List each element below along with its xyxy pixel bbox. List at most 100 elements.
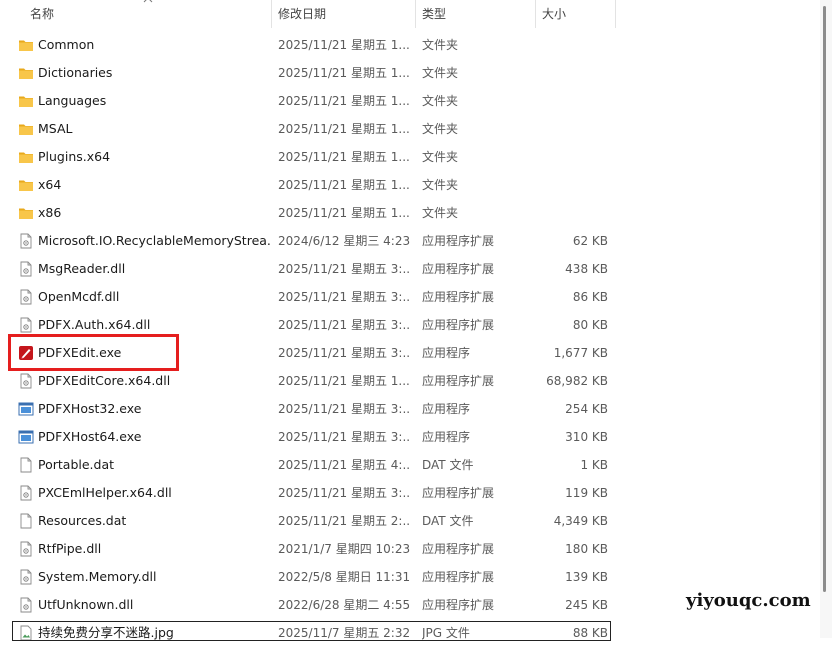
file-size — [540, 171, 608, 199]
file-size: 68,982 KB — [546, 374, 608, 388]
file-type: 文件夹 — [422, 38, 459, 52]
file-size: 438 KB — [565, 262, 608, 276]
file-modified-date: 2025/11/21 星期五 1... — [278, 206, 410, 220]
folder-icon — [18, 65, 34, 81]
file-row[interactable]: System.Memory.dll 2022/5/8 星期日 11:31 应用程序扩… — [0, 563, 820, 591]
column-header-bar: 名称 修改日期 类型 大小 — [0, 0, 820, 28]
file-type: 应用程序扩展 — [422, 486, 495, 500]
file-size — [540, 87, 608, 115]
file-type: 应用程序扩展 — [422, 570, 495, 584]
dll-file-icon — [18, 569, 34, 585]
column-header-size[interactable]: 大小 — [535, 0, 615, 28]
file-size: 1 KB — [580, 458, 608, 472]
vertical-scrollbar[interactable] — [820, 0, 832, 638]
file-name: Resources.dat — [38, 513, 127, 528]
file-row[interactable]: Microsoft.IO.RecyclableMemoryStrea... 202… — [0, 227, 820, 255]
file-modified-date: 2025/11/21 星期五 2:... — [278, 514, 410, 528]
file-size — [540, 199, 608, 227]
file-row[interactable]: PDFXEditCore.x64.dll 2025/11/21 星期五 1... 应… — [0, 367, 820, 395]
file-size: 245 KB — [565, 598, 608, 612]
file-row[interactable]: Portable.dat 2025/11/21 星期五 4:... DAT 文件 1 … — [0, 451, 820, 479]
file-row[interactable]: Dictionaries 2025/11/21 星期五 1... 文件夹 — [0, 59, 820, 87]
focused-row-outline — [12, 621, 611, 641]
file-type: 应用程序扩展 — [422, 598, 495, 612]
file-size: 86 KB — [572, 290, 608, 304]
file-modified-date: 2025/11/21 星期五 1... — [278, 150, 410, 164]
file-modified-date: 2025/11/21 星期五 3:... — [278, 346, 410, 360]
file-name: Plugins.x64 — [38, 149, 111, 164]
blank-file-icon — [18, 457, 34, 473]
file-name: Languages — [38, 93, 107, 108]
file-modified-date: 2024/6/12 星期三 4:23 — [278, 234, 410, 248]
file-type: 应用程序扩展 — [422, 234, 495, 248]
file-modified-date: 2021/1/7 星期四 10:23 — [278, 542, 410, 556]
file-name: Microsoft.IO.RecyclableMemoryStrea... — [38, 233, 270, 248]
file-modified-date: 2025/11/21 星期五 3:... — [278, 262, 410, 276]
file-row[interactable]: Common 2025/11/21 星期五 1... 文件夹 — [0, 31, 820, 59]
file-size: 119 KB — [565, 486, 608, 500]
file-name: PDFXHost32.exe — [38, 401, 142, 416]
file-size: 310 KB — [565, 430, 608, 444]
file-row[interactable]: MSAL 2025/11/21 星期五 1... 文件夹 — [0, 115, 820, 143]
dll-file-icon — [18, 261, 34, 277]
file-type: 文件夹 — [422, 178, 459, 192]
file-type: 文件夹 — [422, 150, 459, 164]
file-type: DAT 文件 — [422, 458, 474, 472]
scrollbar-thumb[interactable] — [823, 6, 826, 592]
file-size — [540, 59, 608, 87]
file-size: 139 KB — [565, 570, 608, 584]
dll-file-icon — [18, 289, 34, 305]
file-row[interactable]: x64 2025/11/21 星期五 1... 文件夹 — [0, 171, 820, 199]
file-name: System.Memory.dll — [38, 569, 157, 584]
file-type: 文件夹 — [422, 66, 459, 80]
file-type: 文件夹 — [422, 94, 459, 108]
file-name: MSAL — [38, 121, 73, 136]
column-header-date[interactable]: 修改日期 — [271, 0, 415, 28]
dll-file-icon — [18, 233, 34, 249]
file-row[interactable]: Languages 2025/11/21 星期五 1... 文件夹 — [0, 87, 820, 115]
file-size: 254 KB — [565, 402, 608, 416]
file-size — [540, 115, 608, 143]
file-row[interactable]: PDFXHost64.exe 2025/11/21 星期五 3:... 应用程序 31… — [0, 423, 820, 451]
file-modified-date: 2025/11/21 星期五 3:... — [278, 430, 410, 444]
file-modified-date: 2025/11/21 星期五 3:... — [278, 290, 410, 304]
dll-file-icon — [18, 317, 34, 333]
file-row[interactable]: PDFXHost32.exe 2025/11/21 星期五 3:... 应用程序 25… — [0, 395, 820, 423]
file-row[interactable]: OpenMcdf.dll 2025/11/21 星期五 3:... 应用程序扩展 86… — [0, 283, 820, 311]
file-name: PDFXHost64.exe — [38, 429, 142, 444]
file-name: OpenMcdf.dll — [38, 289, 120, 304]
file-row[interactable]: PXCEmlHelper.x64.dll 2025/11/21 星期五 3:...… — [0, 479, 820, 507]
file-size: 180 KB — [565, 542, 608, 556]
file-row[interactable]: Resources.dat 2025/11/21 星期五 2:... DAT 文件 4… — [0, 507, 820, 535]
file-row[interactable]: Plugins.x64 2025/11/21 星期五 1... 文件夹 — [0, 143, 820, 171]
file-type: 应用程序 — [422, 346, 471, 360]
file-row[interactable]: MsgReader.dll 2025/11/21 星期五 3:... 应用程序扩展 4… — [0, 255, 820, 283]
file-modified-date: 2025/11/21 星期五 1... — [278, 122, 410, 136]
file-modified-date: 2025/11/21 星期五 4:... — [278, 458, 410, 472]
column-header-name[interactable]: 名称 — [24, 0, 270, 28]
folder-icon — [18, 205, 34, 221]
file-type: 应用程序扩展 — [422, 374, 495, 388]
exe-window-icon — [18, 429, 34, 445]
file-name: Common — [38, 37, 95, 52]
file-modified-date: 2025/11/21 星期五 3:... — [278, 318, 410, 332]
file-modified-date: 2025/11/21 星期五 1... — [278, 38, 410, 52]
file-type: 文件夹 — [422, 122, 459, 136]
folder-icon — [18, 121, 34, 137]
folder-icon — [18, 149, 34, 165]
folder-icon — [18, 93, 34, 109]
folder-icon — [18, 37, 34, 53]
file-name: RtfPipe.dll — [38, 541, 102, 556]
file-row[interactable]: RtfPipe.dll 2021/1/7 星期四 10:23 应用程序扩展 180 K… — [0, 535, 820, 563]
file-type: 文件夹 — [422, 206, 459, 220]
file-type: 应用程序扩展 — [422, 262, 495, 276]
file-modified-date: 2025/11/21 星期五 3:... — [278, 402, 410, 416]
file-size: 62 KB — [572, 234, 608, 248]
file-type: 应用程序 — [422, 430, 471, 444]
column-header-end — [615, 0, 625, 28]
file-modified-date: 2022/6/28 星期二 4:55 — [278, 598, 410, 612]
file-row[interactable]: x86 2025/11/21 星期五 1... 文件夹 — [0, 199, 820, 227]
dll-file-icon — [18, 485, 34, 501]
file-size: 1,677 KB — [553, 346, 608, 360]
column-header-type[interactable]: 类型 — [415, 0, 535, 28]
